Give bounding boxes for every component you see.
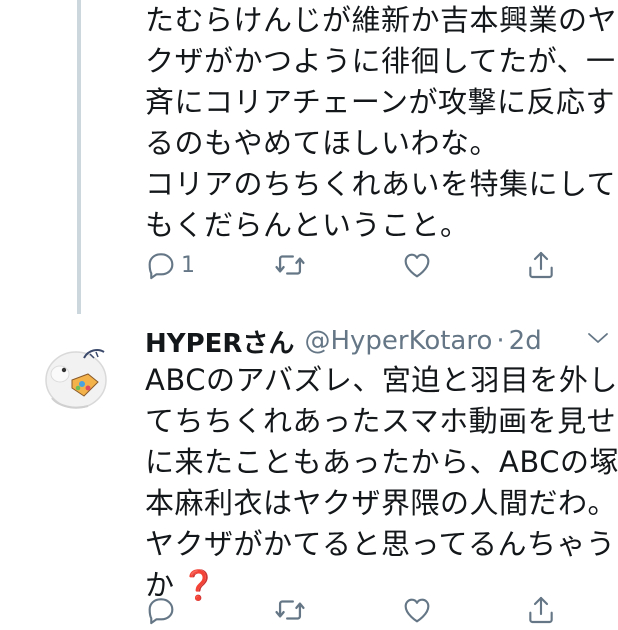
heart-icon (404, 598, 430, 623)
avatar-image (45, 349, 107, 409)
reply-button[interactable] (145, 590, 177, 630)
tweet-actions-2 (145, 590, 585, 630)
display-name[interactable]: HYPERさん (145, 323, 294, 360)
share-icon (529, 251, 553, 279)
tweet-text-2: ABCのアバズレ、宮迫と羽目を外し てちちくれあったスマホ動画を見せ に来たこと… (145, 360, 618, 606)
reply-icon (148, 598, 174, 625)
tweet-header-2: HYPERさん @HyperKotaro · 2d (145, 320, 542, 362)
tweet-text-1: たむらけんじが維新か吉本興業のヤ クザがかつように徘徊してたが、一 斉にコリアチ… (145, 0, 617, 246)
tweet-menu-button[interactable] (587, 330, 609, 349)
tweet-text-line: るのもやめてほしいわな。 (145, 126, 500, 160)
tweet-text-line: もくだらんということ。 (145, 208, 470, 242)
tweet-text-line: ABCのアバズレ、宮迫と羽目を外し (145, 363, 618, 397)
avatar[interactable] (30, 328, 126, 424)
retweet-icon (275, 600, 305, 620)
reply-button[interactable]: 1 (145, 245, 195, 285)
heart-icon (404, 253, 430, 278)
tweet-text-line: たむらけんじが維新か吉本興業のヤ (145, 3, 618, 37)
retweet-button[interactable] (273, 245, 307, 285)
like-button[interactable] (401, 590, 433, 630)
reply-count: 1 (181, 252, 195, 278)
retweet-icon (275, 255, 305, 275)
tweet-text-line: コリアのちちくれあいを特集にして (145, 167, 617, 201)
user-handle[interactable]: @HyperKotaro (304, 326, 492, 356)
share-icon (529, 596, 553, 624)
share-button[interactable] (525, 590, 557, 630)
tweet-time[interactable]: 2d (509, 326, 542, 356)
tweet-actions-1: 1 (145, 245, 585, 285)
thread-line (77, 0, 81, 314)
tweet-text-line: に来たこともあったから、ABCの塚 (145, 445, 618, 479)
reply-icon (148, 253, 174, 280)
separator-dot: · (496, 326, 505, 356)
chevron-down-icon (588, 333, 608, 343)
tweet-text-line: 斉にコリアチェーンが攻撃に反応す (145, 85, 615, 119)
like-button[interactable] (401, 245, 433, 285)
tweet-text-line: 本麻利衣はヤクザ界隈の人間だわ。 (145, 486, 618, 520)
retweet-button[interactable] (273, 590, 307, 630)
share-button[interactable] (525, 245, 557, 285)
tweet-text-line: ヤクザがかてると思ってるんちゃう (145, 527, 616, 561)
tweet-text-line: クザがかつように徘徊してたが、一 (145, 44, 616, 78)
tweet-text-line: てちちくれあったスマホ動画を見せ (145, 404, 617, 438)
